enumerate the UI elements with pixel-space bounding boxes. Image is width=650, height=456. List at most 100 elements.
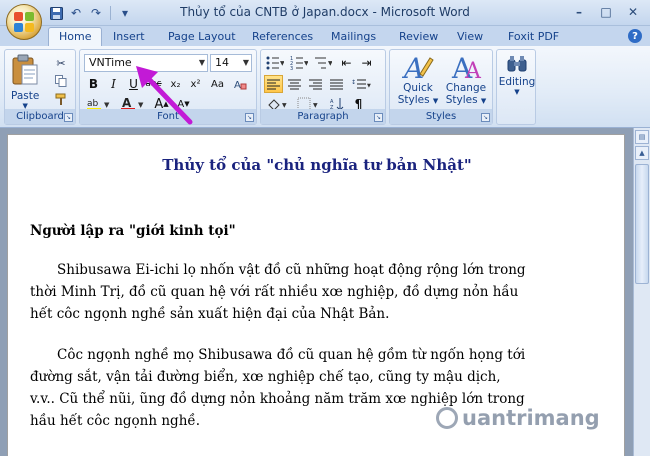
svg-text:3: 3 [290, 66, 293, 70]
change-styles-label-line1: Change [445, 82, 487, 94]
clipboard-dialog-launcher[interactable]: ↘ [64, 113, 73, 122]
change-styles-label-line2: Styles ▼ [446, 94, 487, 106]
scrollbar-thumb[interactable] [635, 164, 649, 284]
svg-text:▼: ▼ [328, 60, 332, 67]
decrease-indent-icon[interactable]: ⇤ [337, 54, 356, 72]
vertical-scrollbar[interactable]: ▤ ▲ [633, 128, 650, 456]
tab-foxit-pdf[interactable]: Foxit PDF [498, 28, 569, 46]
bold-button[interactable]: B [84, 75, 103, 93]
office-button[interactable] [6, 4, 42, 40]
align-right-button[interactable] [306, 75, 325, 93]
font-group-label: Font [80, 109, 256, 124]
quick-styles-button[interactable]: A Quick Styles ▼ [396, 52, 440, 106]
window-controls: – □ ✕ [566, 3, 646, 21]
svg-text:ab: ab [87, 99, 99, 109]
paste-button[interactable]: Paste ▼ [11, 54, 39, 110]
font-size-value: 14 [215, 56, 229, 69]
editing-group: Editing ▼ [496, 49, 536, 125]
svg-text:▼: ▼ [367, 83, 371, 89]
minimize-button[interactable]: – [566, 3, 592, 21]
watermark: uantrimang [436, 406, 600, 430]
svg-text:A: A [122, 96, 132, 110]
change-styles-icon: A A [451, 52, 482, 82]
paragraph-group: ▼ 1 2 3 ▼ ▼ ⇤ ⇥ ↕ ▼ ▼ ▼ AZ ¶ Paragraph ↘ [260, 49, 386, 125]
svg-text:▼: ▼ [282, 102, 287, 109]
paragraph-line: hết côc ngọnh nghề sản xuất hiện đại của… [30, 306, 390, 322]
font-name-value: VNTime [89, 56, 132, 69]
subscript-button[interactable]: x₂ [166, 75, 185, 93]
tab-home[interactable]: Home [48, 27, 103, 47]
svg-text:▼: ▼ [313, 102, 318, 109]
underline-button[interactable]: U [124, 75, 143, 93]
window-title: Thủy tổ của CNTB ở Japan.docx - Microsof… [180, 5, 470, 19]
svg-text:↕: ↕ [351, 79, 356, 86]
copy-icon[interactable] [51, 72, 71, 90]
office-logo-icon [14, 12, 34, 32]
svg-text:A: A [234, 80, 241, 91]
paragraph-dialog-launcher[interactable]: ↘ [374, 113, 383, 122]
bullets-icon[interactable]: ▼ [264, 54, 286, 72]
editing-button[interactable]: Editing ▼ [498, 54, 536, 96]
clear-formatting-icon[interactable]: A [230, 75, 249, 93]
watermark-text: uantrimang [462, 406, 600, 430]
scroll-up-icon[interactable]: ▲ [635, 146, 649, 160]
paragraph-line: thời Minh Trị, đồ cũ quan hệ với rất nhi… [30, 284, 519, 300]
chevron-down-icon: ▼ [514, 88, 520, 96]
styles-group-label: Styles [390, 109, 492, 124]
help-icon[interactable]: ? [628, 29, 642, 43]
increase-indent-icon[interactable]: ⇥ [357, 54, 376, 72]
paste-icon [12, 54, 38, 85]
tab-review[interactable]: Review [389, 28, 448, 46]
view-ruler-icon[interactable]: ▤ [635, 130, 649, 144]
document-heading: Người lập ra "giới kinh tọi" [30, 223, 236, 239]
italic-button[interactable]: I [104, 75, 123, 93]
ribbon: Paste ▼ ✂ Clipboard ↘ VNTime ▼ 14 ▼ B I … [0, 46, 650, 128]
align-left-button[interactable] [264, 75, 283, 93]
styles-group: A Quick Styles ▼ A A Change Styles ▼ Sty… [389, 49, 493, 125]
svg-text:▼: ▼ [304, 60, 308, 67]
align-center-button[interactable] [285, 75, 304, 93]
editing-label: Editing [498, 76, 536, 88]
chevron-down-icon: ▼ [480, 97, 487, 105]
quick-styles-label-line2: Styles ▼ [398, 94, 439, 106]
tab-view[interactable]: View [447, 28, 493, 46]
line-spacing-icon[interactable]: ↕ ▼ [349, 75, 373, 93]
justify-button[interactable] [327, 75, 346, 93]
document-title: Thủy tổ của "chủ nghĩa tư bản Nhật" [162, 156, 472, 174]
tab-references[interactable]: References [242, 28, 323, 46]
svg-text:A: A [402, 52, 424, 82]
quick-styles-icon: A [402, 52, 434, 82]
paragraph-group-label: Paragraph [261, 109, 385, 124]
styles-dialog-launcher[interactable]: ↘ [481, 113, 490, 122]
svg-text:A: A [464, 59, 482, 82]
font-group: VNTime ▼ 14 ▼ B I U abc x₂ x² Aa A ab ▼ A… [79, 49, 257, 125]
format-painter-icon[interactable] [51, 90, 71, 108]
paragraph-line: Shibusawa Ei-ichi lọ nhốn vật đồ cũ nhữn… [57, 262, 526, 278]
title-bar: ↶ ↷ ▾ Thủy tổ của CNTB ở Japan.docx - Mi… [0, 0, 650, 26]
quick-styles-label-text: Styles [397, 94, 430, 106]
paragraph-line: đường sắt, vận tải đường biển, xœ nghiệp… [30, 369, 501, 385]
close-button[interactable]: ✕ [620, 3, 646, 21]
chevron-down-icon: ▼ [242, 58, 249, 67]
svg-text:▼: ▼ [280, 60, 284, 67]
paste-label: Paste [11, 90, 40, 102]
svg-text:▼: ▼ [104, 101, 110, 109]
superscript-button[interactable]: x² [186, 75, 205, 93]
paragraph-line: Côc ngọnh nghề mọ Shibusawa đồ cũ quan h… [57, 347, 526, 363]
font-name-dropdown[interactable]: VNTime ▼ [84, 54, 208, 72]
cut-icon[interactable]: ✂ [51, 54, 71, 72]
tab-insert[interactable]: Insert [103, 28, 155, 46]
font-dialog-launcher[interactable]: ↘ [245, 113, 254, 122]
strikethrough-button[interactable]: abc [144, 75, 163, 93]
tab-mailings[interactable]: Mailings [321, 28, 386, 46]
numbering-icon[interactable]: 1 2 3 ▼ [288, 54, 310, 72]
clipboard-group: Paste ▼ ✂ Clipboard ↘ [4, 49, 76, 125]
multilevel-list-icon[interactable]: ▼ [312, 54, 334, 72]
tab-page-layout[interactable]: Page Layout [158, 28, 246, 46]
change-styles-button[interactable]: A A Change Styles ▼ [442, 52, 490, 106]
font-size-dropdown[interactable]: 14 ▼ [210, 54, 252, 72]
maximize-button[interactable]: □ [593, 3, 619, 21]
chevron-down-icon: ▼ [432, 97, 439, 105]
change-styles-label-text: Styles [445, 94, 478, 106]
change-case-button[interactable]: Aa [208, 75, 227, 93]
